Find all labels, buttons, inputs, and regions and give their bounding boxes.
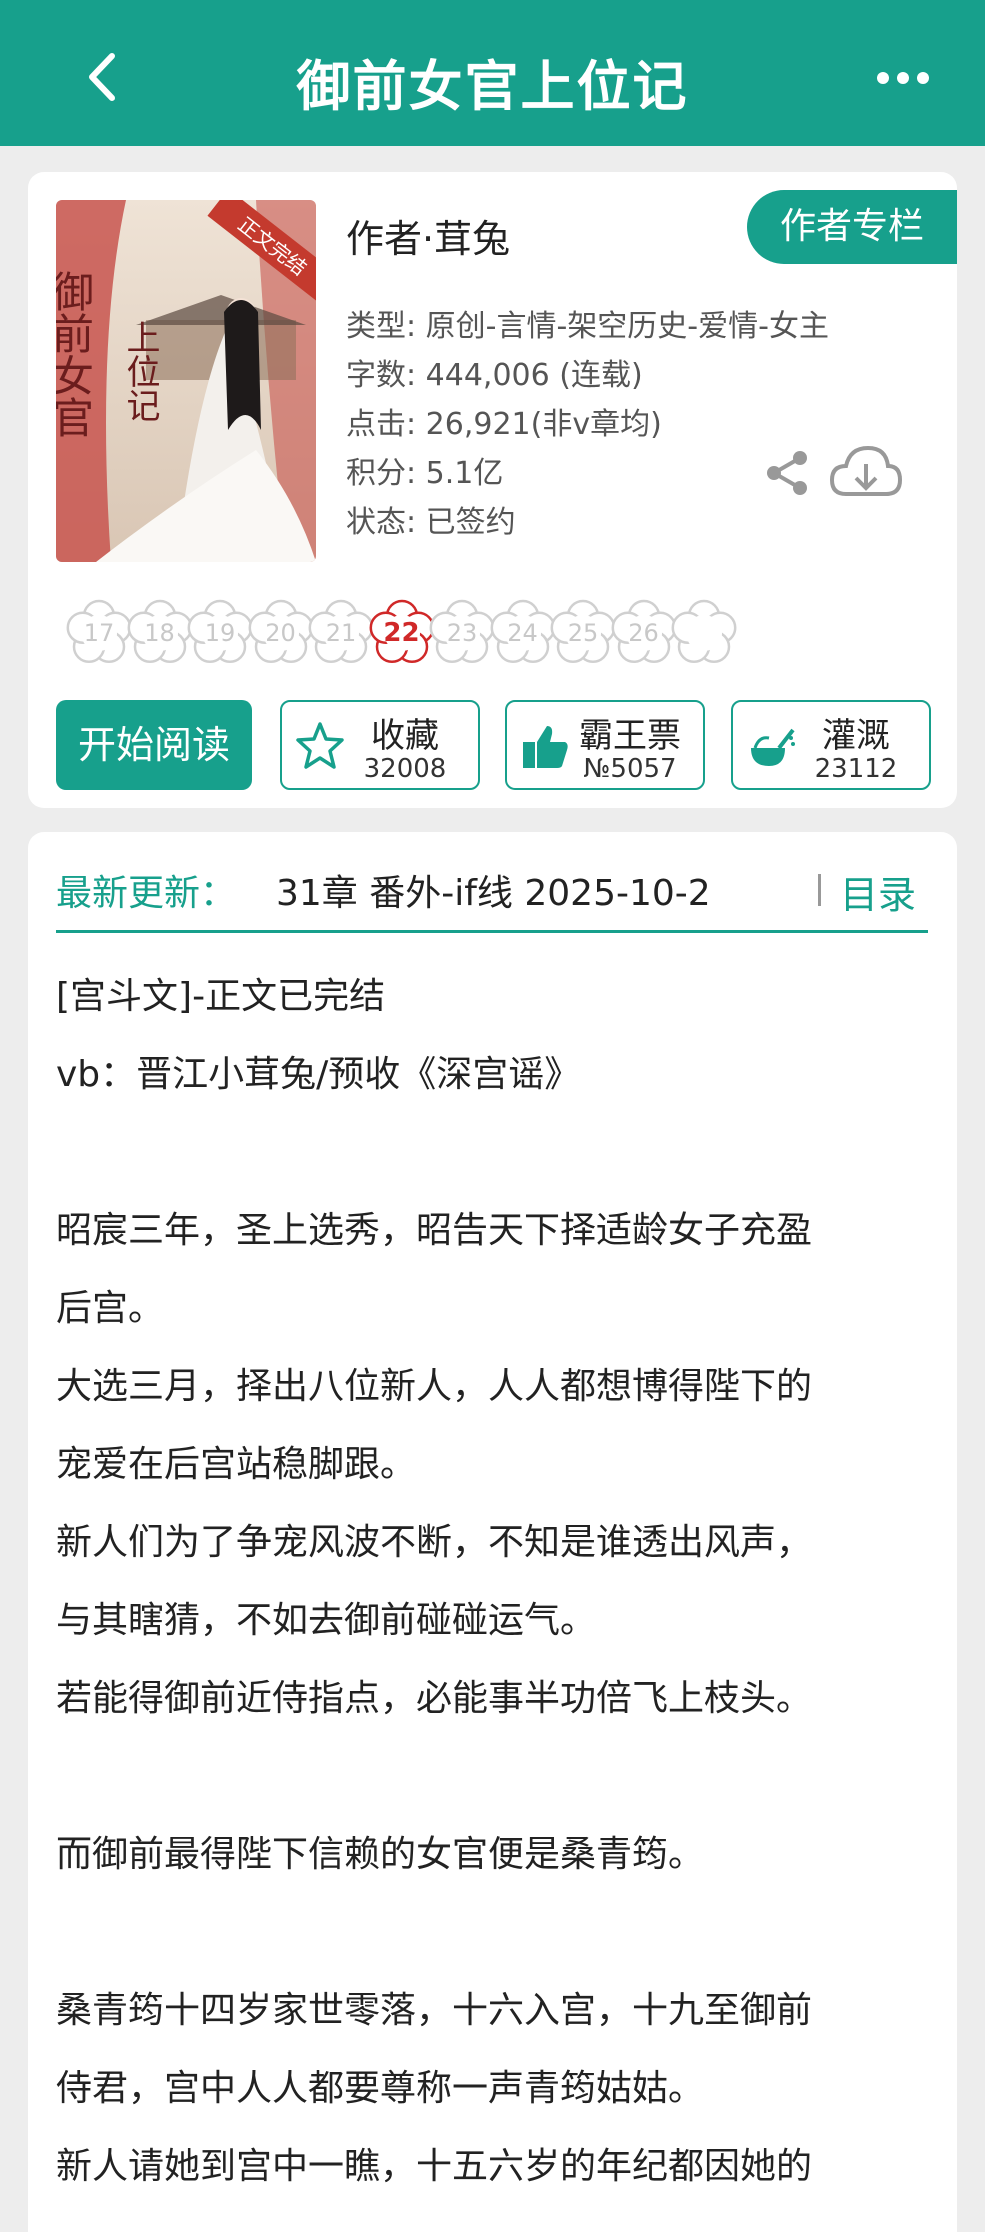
share-icon[interactable] [762,448,812,498]
more-icon[interactable] [873,56,933,100]
divider [56,930,928,933]
description-line: 后宫。 [56,1288,165,1329]
meta-status: 状态: 已签约 [346,505,516,540]
description-line: 而御前最得陛下信赖的女官便是桑青筠。 [56,1834,705,1875]
description-line [56,1738,936,1816]
description-line: 侍君，宫中人人都要尊称一声青筠姑姑。 [56,2068,705,2109]
page-title: 御前女官上位记 [296,55,689,118]
description-line [56,1114,936,1192]
description-line: 若能得御前近侍指点，必能事半功倍飞上枝头。 [56,1678,813,1719]
description-line: 桑青筠十四岁家世零落，十六入宫，十九至御前 [56,1990,813,2031]
description-line: 大选三月，择出八位新人，人人都想博得陛下的 [56,1366,813,1407]
description-line: [宫斗文]-正文已完结 [56,976,386,1017]
start-reading-button[interactable]: 开始阅读 [56,700,252,790]
latest-chapter-info[interactable]: 31章 番外-if线 2025-10-2 [276,864,836,916]
water-label: 灌溉 [822,716,890,756]
book-description: [宫斗文]-正文已完结 vb：晋江小茸兔/预收《深宫谣》昭宸三年，圣上选秀，昭告天… [56,958,936,2206]
description-line: 昭宸三年，圣上选秀，昭告天下择适龄女子充盈 [56,1210,813,1251]
description-line: 新人请她到宫中一瞧，十五六岁的年纪都因她的 [56,2146,813,2187]
description-line: vb：晋江小茸兔/预收《深宫谣》 [56,1054,581,1095]
favorite-count: 32008 [363,754,447,784]
author-name[interactable]: 作者·茸兔 [346,208,510,263]
latest-update-row[interactable]: 最新更新： 31章 番外-if线 2025-10-2 目录 [56,860,928,920]
cover-title-right: 上位记 [120,320,160,422]
latest-update-label: 最新更新： [56,873,237,914]
description-card: 最新更新： 31章 番外-if线 2025-10-2 目录 [宫斗文]-正文已完… [28,832,957,2232]
book-cover[interactable]: 御前女官 上位记 正文完结 [56,200,316,562]
description-line: 与其瞎猜，不如去御前碰碰运气。 [56,1600,597,1641]
ticket-label: 霸王票 [579,716,681,756]
ticket-rank: №5057 [583,754,677,784]
divider [818,874,821,906]
meta-word-count: 字数: 444,006 (连载) [346,358,643,393]
favorite-button[interactable]: 收藏 32008 [280,700,480,790]
flower-next-partial[interactable] [667,596,741,670]
author-column-button[interactable]: 作者专栏 [747,190,957,264]
download-cloud-icon[interactable] [828,442,904,506]
ticket-button[interactable]: 霸王票 №5057 [505,700,705,790]
table-of-contents-link[interactable]: 目录 [840,864,916,919]
favorite-label: 收藏 [371,716,439,756]
book-meta: 类型: 原创-言情-架空历史-爱情-女主 字数: 444,006 (连载) 点击… [346,302,829,547]
water-count: 23112 [814,754,898,784]
meta-genre: 类型: 原创-言情-架空历史-爱情-女主 [346,309,829,344]
description-line [56,1894,936,1972]
water-button[interactable]: 灌溉 23112 [731,700,931,790]
cover-title-left: 御前女官 [56,270,95,438]
monthly-flower-strip: 17 18 19 20 21 22 23 24 25 26 [62,596,957,676]
description-line: 新人们为了争宠风波不断，不知是谁透出风声， [56,1522,813,1563]
book-info-card: 御前女官 上位记 正文完结 作者·茸兔 作者专栏 类型: 原创-言情-架空历史-… [28,172,957,808]
description-line: 宠爱在后宫站稳脚跟。 [56,1444,417,1485]
top-bar: 御前女官上位记 [0,0,985,146]
meta-score: 积分: 5.1亿 [346,456,504,491]
meta-clicks: 点击: 26,921(非v章均) [346,407,662,442]
